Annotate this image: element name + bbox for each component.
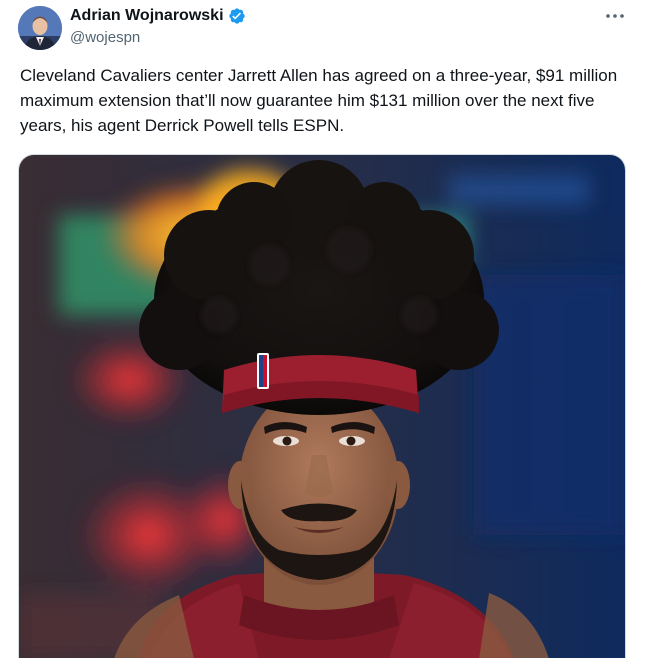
tweet-card[interactable]: Adrian Wojnarowski @wojespn Cleveland Ca… (0, 0, 648, 658)
tweet-text: Cleveland Cavaliers center Jarrett Allen… (20, 66, 618, 135)
author-name[interactable]: Adrian Wojnarowski (70, 7, 224, 25)
more-horizontal-icon[interactable] (604, 8, 626, 24)
verified-badge-icon (228, 7, 246, 25)
author-avatar[interactable] (18, 6, 62, 50)
author-info: Adrian Wojnarowski @wojespn (70, 6, 246, 46)
author-handle[interactable]: @wojespn (70, 29, 246, 46)
tweet-photo[interactable] (18, 154, 626, 658)
